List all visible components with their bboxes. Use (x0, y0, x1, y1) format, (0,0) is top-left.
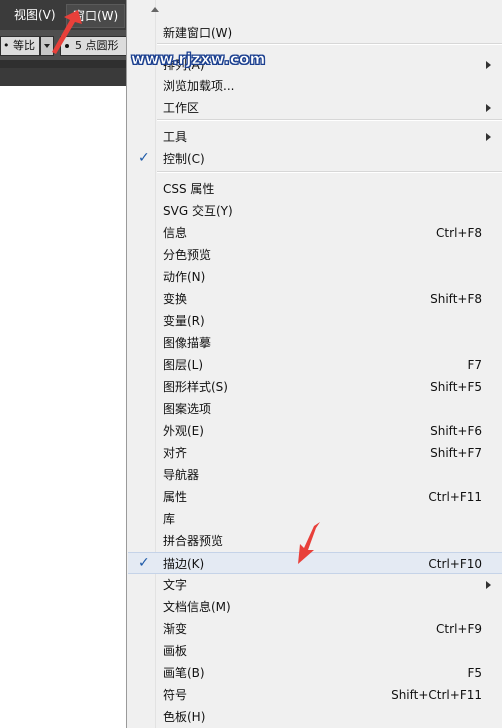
submenu-arrow-icon (486, 133, 491, 141)
menu-item[interactable]: 信息 Ctrl+F8 (128, 222, 502, 244)
menu-item-shortcut: Shift+Ctrl+F11 (391, 688, 482, 702)
menu-item[interactable]: 画板 (128, 640, 502, 662)
menu-item-label: 变量(R) (163, 314, 205, 328)
menu-item-label: 画板 (163, 644, 188, 658)
submenu-arrow-icon (486, 61, 491, 69)
menu-item-label: 符号 (163, 688, 188, 702)
menu-item-label: 变换 (163, 292, 188, 306)
menu-item-shortcut: Shift+F5 (430, 380, 482, 394)
annotation-arrow-top (52, 10, 82, 54)
menu-item[interactable]: 动作(N) (128, 266, 502, 288)
menu-separator (157, 171, 502, 173)
menu-item-shortcut: Ctrl+F10 (428, 557, 482, 571)
menu-item[interactable]: CSS 属性 (128, 178, 502, 200)
menu-item-label: 导航器 (163, 468, 200, 482)
artboard-canvas[interactable] (0, 86, 126, 728)
menu-item-label: 属性 (163, 490, 188, 504)
menu-item[interactable]: SVG 交互(Y) (128, 200, 502, 222)
menu-item-label: 描边(K) (163, 557, 205, 571)
menu-item[interactable]: 分色预览 (128, 244, 502, 266)
menu-item-label: 图层(L) (163, 358, 204, 372)
menu-item[interactable]: 图形样式(S) Shift+F5 (128, 376, 502, 398)
menu-item-label: 图案选项 (163, 402, 212, 416)
menu-item[interactable]: 渐变 Ctrl+F9 (128, 618, 502, 640)
menu-item[interactable]: 文字 (128, 574, 502, 596)
menu-item[interactable]: 导航器 (128, 464, 502, 486)
menu-item[interactable]: 图层(L) F7 (128, 354, 502, 376)
menu-item-label: 工作区 (163, 101, 200, 115)
ratio-field[interactable]: • 等比 (0, 36, 40, 56)
window-menu-dropdown: 新建窗口(W) 排列(A) 浏览加载项... 工作区 工具 ✓ 控制(C) CSS 属性 SVG… (126, 0, 502, 728)
menu-item[interactable]: 文档信息(M) (128, 596, 502, 618)
menu-item[interactable]: 图案选项 (128, 398, 502, 420)
menu-item[interactable]: ✓ 控制(C) (128, 148, 502, 170)
menu-item-label: CSS 属性 (163, 182, 215, 196)
menu-item-label: 画笔(B) (163, 666, 205, 680)
document-tab-bar (0, 68, 130, 86)
menu-item[interactable]: 变量(R) (128, 310, 502, 332)
checkmark-icon: ✓ (138, 150, 150, 166)
menu-item-label: 外观(E) (163, 424, 204, 438)
menu-item-label: 文字 (163, 578, 188, 592)
submenu-arrow-icon (486, 104, 491, 112)
menu-item-label: 新建窗口(W) (163, 26, 233, 40)
menu-item-label: 信息 (163, 226, 188, 240)
menu-item-shortcut: Shift+F7 (430, 446, 482, 460)
menu-item-label: 分色预览 (163, 248, 212, 262)
menu-item-label: 文档信息(M) (163, 600, 231, 614)
scroll-up-icon[interactable] (151, 7, 159, 12)
menu-item[interactable]: 符号 Shift+Ctrl+F11 (128, 684, 502, 706)
menu-item-label: SVG 交互(Y) (163, 204, 233, 218)
menu-item-shortcut: Shift+F6 (430, 424, 482, 438)
menu-item[interactable]: 图像描摹 (128, 332, 502, 354)
menu-item-label: 工具 (163, 130, 188, 144)
menu-item-shortcut: Shift+F8 (430, 292, 482, 306)
menu-item-label: 色板(H) (163, 710, 206, 724)
menu-item-shortcut: F7 (467, 358, 482, 372)
menu-item-shortcut: F5 (467, 666, 482, 680)
menu-item-label: 对齐 (163, 446, 188, 460)
menu-item[interactable]: 变换 Shift+F8 (128, 288, 502, 310)
menu-item[interactable]: 外观(E) Shift+F6 (128, 420, 502, 442)
menu-item-label: 动作(N) (163, 270, 206, 284)
submenu-arrow-icon (486, 581, 491, 589)
checkmark-icon: ✓ (138, 555, 150, 571)
menu-item[interactable]: 色板(H) (128, 706, 502, 728)
annotation-arrow-stroke (298, 522, 320, 564)
menu-item-label: 控制(C) (163, 152, 205, 166)
toolbar-divider (0, 60, 130, 68)
menu-item[interactable]: 浏览加载项... (128, 75, 502, 97)
menu-item-label: 浏览加载项... (163, 79, 235, 93)
menu-item-shortcut: Ctrl+F11 (428, 490, 482, 504)
menu-item[interactable]: 新建窗口(W) (128, 22, 502, 44)
watermark: www.rjzxw.com (131, 50, 266, 69)
menu-separator (157, 119, 502, 121)
menu-item-label: 拼合器预览 (163, 534, 224, 548)
menu-item-label: 库 (163, 512, 176, 526)
menu-item[interactable]: 工作区 (128, 97, 502, 119)
menu-item-label: 图形样式(S) (163, 380, 228, 394)
menu-item[interactable]: 画笔(B) F5 (128, 662, 502, 684)
menu-item[interactable]: 对齐 Shift+F7 (128, 442, 502, 464)
menu-item-label: 渐变 (163, 622, 188, 636)
menu-item-label: 图像描摹 (163, 336, 212, 350)
menu-item-shortcut: Ctrl+F8 (436, 226, 482, 240)
menu-item[interactable]: 属性 Ctrl+F11 (128, 486, 502, 508)
menu-item-shortcut: Ctrl+F9 (436, 622, 482, 636)
menu-item[interactable]: 工具 (128, 126, 502, 148)
